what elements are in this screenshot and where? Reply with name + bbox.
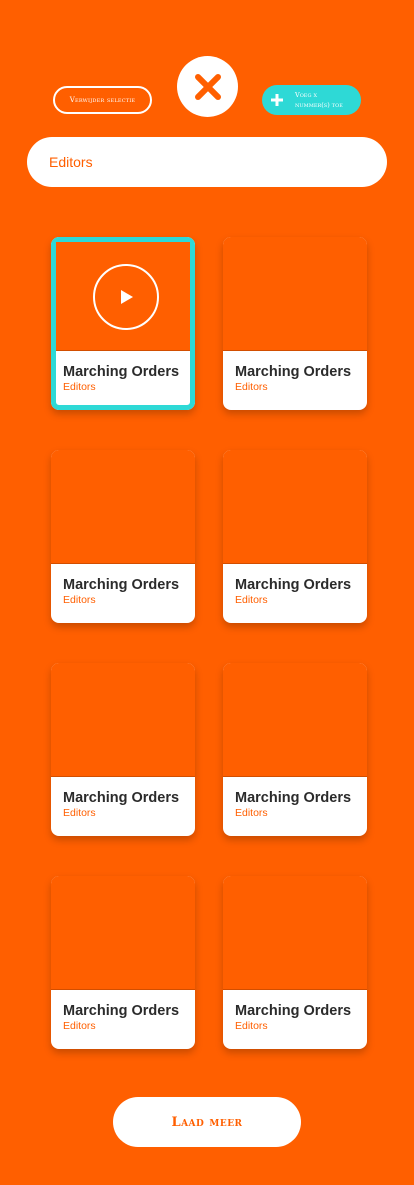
close-button[interactable] — [177, 56, 238, 117]
track-artist: Editors — [235, 1020, 268, 1032]
track-card[interactable]: Marching Orders Editors — [51, 663, 195, 836]
track-card[interactable]: Marching Orders Editors — [223, 450, 367, 623]
track-thumbnail — [51, 663, 195, 777]
track-artist: Editors — [63, 807, 96, 819]
load-more-button[interactable]: Laad meer — [113, 1097, 301, 1147]
track-title: Marching Orders — [235, 790, 352, 806]
search-input[interactable] — [47, 153, 371, 171]
track-title: Marching Orders — [235, 577, 352, 593]
track-card[interactable]: Marching Orders Editors — [223, 237, 367, 410]
track-thumbnail — [56, 242, 190, 351]
play-icon — [121, 290, 133, 304]
track-artist: Editors — [63, 594, 96, 606]
track-card[interactable]: Marching Orders Editors — [51, 237, 195, 410]
track-thumbnail — [223, 663, 367, 777]
add-tracks-label: Voeg x nummer(s) toe — [295, 90, 343, 110]
track-thumbnail — [223, 450, 367, 564]
track-title: Marching Orders — [63, 577, 180, 593]
track-card[interactable]: Marching Orders Editors — [51, 450, 195, 623]
track-card[interactable]: Marching Orders Editors — [223, 663, 367, 836]
search-bar — [27, 137, 387, 187]
close-x-icon — [194, 73, 221, 100]
track-title: Marching Orders — [63, 364, 180, 380]
track-thumbnail — [51, 450, 195, 564]
add-tracks-button[interactable]: Voeg x nummer(s) toe — [262, 85, 361, 115]
track-thumbnail — [223, 237, 367, 351]
add-label-line1: Voeg x — [295, 91, 318, 99]
track-card[interactable]: Marching Orders Editors — [223, 876, 367, 1049]
track-artist: Editors — [235, 807, 268, 819]
add-label-line2: nummer(s) toe — [295, 101, 343, 109]
track-thumbnail — [223, 876, 367, 990]
track-artist: Editors — [235, 594, 268, 606]
track-card[interactable]: Marching Orders Editors — [51, 876, 195, 1049]
track-title: Marching Orders — [63, 790, 180, 806]
track-title: Marching Orders — [235, 1003, 352, 1019]
track-artist: Editors — [63, 381, 96, 393]
track-thumbnail — [51, 876, 195, 990]
track-title: Marching Orders — [63, 1003, 180, 1019]
remove-selection-button[interactable]: Verwijder selectie — [53, 86, 152, 114]
track-artist: Editors — [235, 381, 268, 393]
track-artist: Editors — [63, 1020, 96, 1032]
play-button[interactable] — [93, 264, 159, 330]
track-title: Marching Orders — [235, 364, 352, 380]
toolbar: Verwijder selectie Voeg x nummer(s) toe — [0, 0, 414, 130]
plus-icon — [262, 85, 292, 115]
